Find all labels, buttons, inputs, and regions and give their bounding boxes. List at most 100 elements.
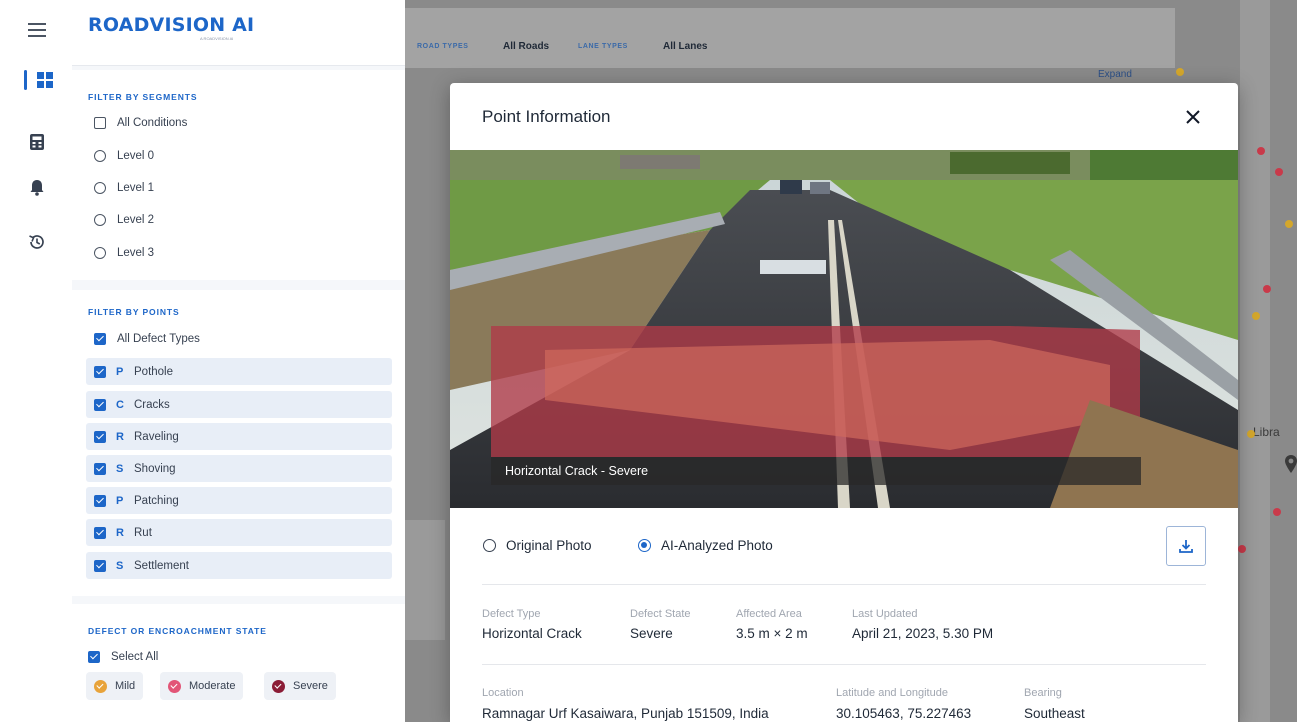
check-circle-icon [168,679,181,693]
checkbox-icon [94,117,106,129]
original-photo-radio[interactable]: Original Photo [483,538,592,553]
segments-title: FILTER BY SEGMENTS [88,92,198,102]
checkbox-icon [88,651,100,663]
map-place-label: Libra [1253,425,1280,439]
map-point-marker[interactable] [1238,545,1246,553]
defect-rut[interactable]: R Rut [86,519,392,546]
logo-area: ROADVISION AI A ROADVISION AI [72,0,405,66]
moderate-chip[interactable]: Moderate [160,672,244,700]
defect-shoving[interactable]: S Shoving [86,455,392,482]
chip-label: Severe [293,680,328,692]
level-2-radio[interactable]: Level 2 [94,209,154,231]
active-indicator [24,70,27,90]
defect-cracks[interactable]: C Cracks [86,391,392,418]
road-photo-illustration [450,150,1238,508]
lane-types-select[interactable]: All Lanes [663,41,707,52]
severe-chip[interactable]: Severe [264,672,336,700]
radio-icon [94,214,106,226]
radio-icon [94,182,106,194]
map-point-marker[interactable] [1257,147,1265,155]
calculator-icon[interactable] [24,129,50,155]
map-road [1240,0,1270,722]
divider [482,664,1206,665]
close-button[interactable] [1181,105,1205,129]
history-icon[interactable] [24,229,50,255]
option-label: All Conditions [117,117,188,129]
checkbox-icon [94,333,106,345]
defect-pothole[interactable]: P Pothole [86,358,392,385]
chip-label: Moderate [189,680,236,692]
road-types-label: ROAD TYPES [417,43,469,50]
bell-icon[interactable] [24,174,50,200]
checkbox-icon [94,365,106,378]
map-point-marker[interactable] [1252,312,1260,320]
option-label: Level 3 [117,247,155,259]
defect-code: C [116,398,124,411]
map-point-marker[interactable] [1176,68,1184,76]
level-0-radio[interactable]: Level 0 [94,145,154,167]
points-title: FILTER BY POINTS [88,307,180,317]
menu-icon[interactable] [24,17,50,43]
state-title: DEFECT OR ENCROACHMENT STATE [88,626,267,636]
defect-code: S [116,462,124,475]
level-3-radio[interactable]: Level 3 [94,242,154,264]
defect-label: Shoving [134,462,176,475]
option-label: Original Photo [506,538,592,553]
map-point-marker[interactable] [1275,168,1283,176]
defect-label: Patching [134,494,179,507]
modal-title: Point Information [482,107,611,126]
location-value: Ramnagar Urf Kasaiwara, Punjab 151509, I… [482,706,769,721]
defect-code: R [116,430,124,443]
last-updated-value: April 21, 2023, 5.30 PM [852,626,994,641]
defect-settlement[interactable]: S Settlement [86,552,392,579]
map-point-marker[interactable] [1285,220,1293,228]
close-icon [1186,110,1200,124]
check-circle-icon [272,679,285,693]
ai-photo-radio[interactable]: AI-Analyzed Photo [638,538,773,553]
expand-link[interactable]: Expand [1098,69,1132,80]
defect-state-label: Defect State [630,608,691,620]
level-1-radio[interactable]: Level 1 [94,177,154,199]
map-point-marker[interactable] [1247,430,1255,438]
all-conditions-checkbox[interactable]: All Conditions [94,112,187,134]
map-pin-icon [1285,455,1297,473]
bearing-value: Southeast [1024,706,1085,721]
state-panel: DEFECT OR ENCROACHMENT STATE Select All [72,604,405,722]
option-label: Level 1 [117,182,155,194]
road-photo: Horizontal Crack - Severe [450,150,1238,508]
map-point-marker[interactable] [1263,285,1271,293]
defect-patching[interactable]: P Patching [86,487,392,514]
photo-caption-bar: Horizontal Crack - Severe [491,457,1141,485]
defect-code: P [116,494,124,507]
affected-area-value: 3.5 m × 2 m [736,626,808,641]
map-point-marker[interactable] [1273,508,1281,516]
defect-state-value: Severe [630,626,673,641]
checkbox-icon [94,398,106,411]
select-all-checkbox[interactable]: Select All [88,646,158,668]
check-circle-icon [94,679,107,693]
defect-label: Rut [134,526,152,539]
road-types-select[interactable]: All Roads [503,41,549,52]
download-icon [1179,540,1193,553]
location-label: Location [482,687,524,699]
checkbox-icon [94,462,106,475]
logo: ROADVISION AI [88,14,255,36]
option-label: Level 2 [117,214,155,226]
mild-chip[interactable]: Mild [86,672,144,700]
option-label: All Defect Types [117,333,200,345]
dashboard-icon[interactable] [32,67,58,93]
segments-panel: FILTER BY SEGMENTS All Conditions Level … [72,70,405,280]
map-road [405,520,445,640]
defect-code: P [116,365,124,378]
defect-code: S [116,559,124,572]
defect-raveling[interactable]: R Raveling [86,423,392,450]
option-label: AI-Analyzed Photo [661,538,773,553]
radio-icon [483,539,496,552]
defect-type-label: Defect Type [482,608,541,620]
defect-label: Raveling [134,430,179,443]
defect-label: Settlement [134,559,189,572]
all-defect-types-checkbox[interactable]: All Defect Types [94,328,200,350]
lane-types-label: LANE TYPES [578,43,628,50]
download-button[interactable] [1166,526,1206,566]
checkbox-icon [94,559,106,572]
